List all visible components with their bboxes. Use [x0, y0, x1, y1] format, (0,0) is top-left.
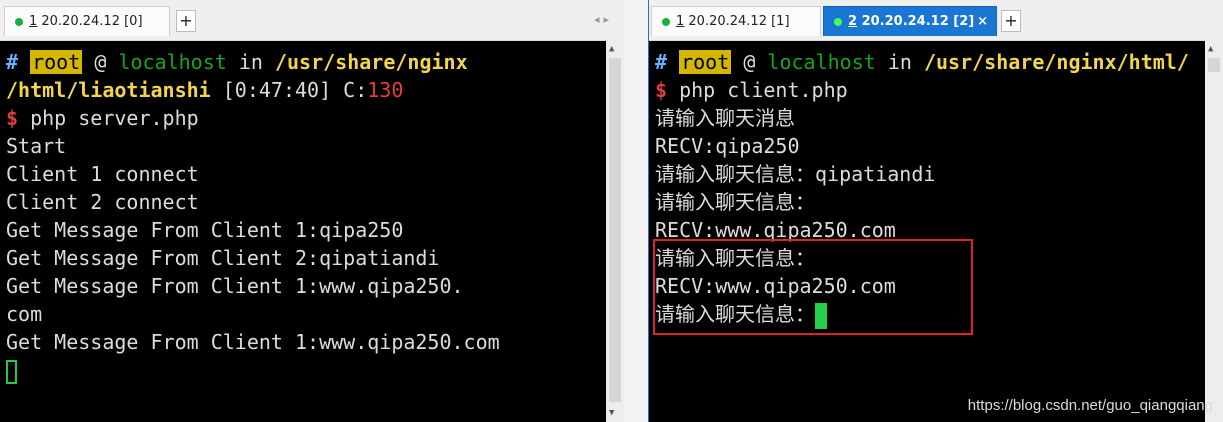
prompt-path: /usr/share/nginx	[274, 50, 468, 74]
right-scrollbar[interactable]: ▲	[1205, 40, 1223, 422]
output-line: Get Message From Client 1:www.qipa250.co…	[6, 330, 500, 354]
prompt-host: localhost	[767, 50, 876, 74]
command-text: php client.php	[679, 78, 848, 102]
output-line: Get Message From Client 1:qipa250	[6, 218, 404, 242]
prompt-user: root	[679, 50, 732, 74]
prompt-path: /usr/share/nginx/html/	[923, 50, 1189, 74]
left-terminal-output[interactable]: # root @ localhost in /usr/share/nginx /…	[6, 48, 604, 384]
output-line: Client 1 connect	[6, 162, 199, 186]
right-terminal-pane: 1 20.20.24.12 [1] 2 20.20.24.12 [2] × + …	[648, 0, 1223, 422]
tab-number: 2	[848, 14, 858, 29]
prompt-line: # root @ localhost in /usr/share/nginx	[6, 50, 468, 74]
connected-status-icon	[834, 17, 842, 26]
tab-scroll-arrows-icon[interactable]: ◂▸	[594, 13, 613, 26]
output-line: Get Message From Client 1:www.qipa250.	[6, 274, 464, 298]
prompt-line: # root @ localhost in /usr/share/nginx/h…	[655, 50, 1189, 74]
pane-divider[interactable]	[624, 0, 648, 422]
prompt-time: [0:47:40]	[222, 78, 332, 102]
command-line: $ php client.php	[655, 78, 848, 102]
watermark-text: https://blog.csdn.net/guo_qiangqiang	[967, 397, 1213, 414]
scroll-up-icon[interactable]: ▲	[609, 44, 614, 54]
scroll-down-icon[interactable]: ▼	[609, 408, 614, 418]
tab-title: 20.20.24.12 [1]	[684, 14, 790, 29]
connected-status-icon	[662, 17, 670, 26]
tab-session-0[interactable]: 1 20.20.24.12 [0]	[4, 6, 170, 36]
output-line: Client 2 connect	[6, 190, 199, 214]
prompt-line-continued: /html/liaotianshi [0:47:40] C:130	[6, 78, 404, 102]
output-line: 请输入聊天消息	[655, 106, 795, 130]
terminal-cursor	[6, 359, 17, 384]
left-terminal-pane: 1 20.20.24.12 [0] + ◂▸ ▾ # root @ localh…	[0, 0, 624, 422]
command-line: $ php server.php	[6, 106, 199, 130]
output-line: com	[6, 302, 43, 326]
prompt-host: localhost	[118, 50, 227, 74]
tab-session-1[interactable]: 1 20.20.24.12 [1]	[651, 6, 821, 36]
left-scrollbar[interactable]: ▲ ▼	[606, 40, 624, 422]
output-line: Start	[6, 134, 67, 158]
output-line: 请输入聊天信息：	[655, 190, 815, 214]
tab-session-2[interactable]: 2 20.20.24.12 [2] ×	[823, 6, 997, 36]
red-highlight-annotation	[653, 239, 973, 335]
output-line: RECV:qipa250	[655, 134, 800, 158]
output-line: 请输入聊天信息：qipatiandi	[655, 162, 936, 186]
connected-status-icon	[15, 17, 23, 26]
cursor-line	[6, 356, 604, 384]
command-text: php server.php	[30, 106, 199, 130]
tab-title: 20.20.24.12 [0]	[37, 14, 143, 29]
exit-code: 130	[367, 78, 404, 102]
scroll-thumb[interactable]	[1208, 58, 1220, 72]
output-line: Get Message From Client 2:qipatiandi	[6, 246, 440, 270]
scroll-thumb[interactable]	[609, 58, 621, 402]
prompt-user: root	[30, 50, 83, 74]
left-tab-bar: 1 20.20.24.12 [0] + ◂▸ ▾	[0, 0, 624, 41]
scroll-up-icon[interactable]: ▲	[1208, 44, 1213, 54]
new-tab-button[interactable]: +	[176, 10, 196, 32]
tab-title: 20.20.24.12 [2]	[857, 14, 975, 29]
right-tab-bar: 1 20.20.24.12 [1] 2 20.20.24.12 [2] × +	[649, 0, 1223, 41]
new-tab-button[interactable]: +	[1001, 10, 1021, 32]
close-tab-icon[interactable]: ×	[977, 14, 988, 29]
